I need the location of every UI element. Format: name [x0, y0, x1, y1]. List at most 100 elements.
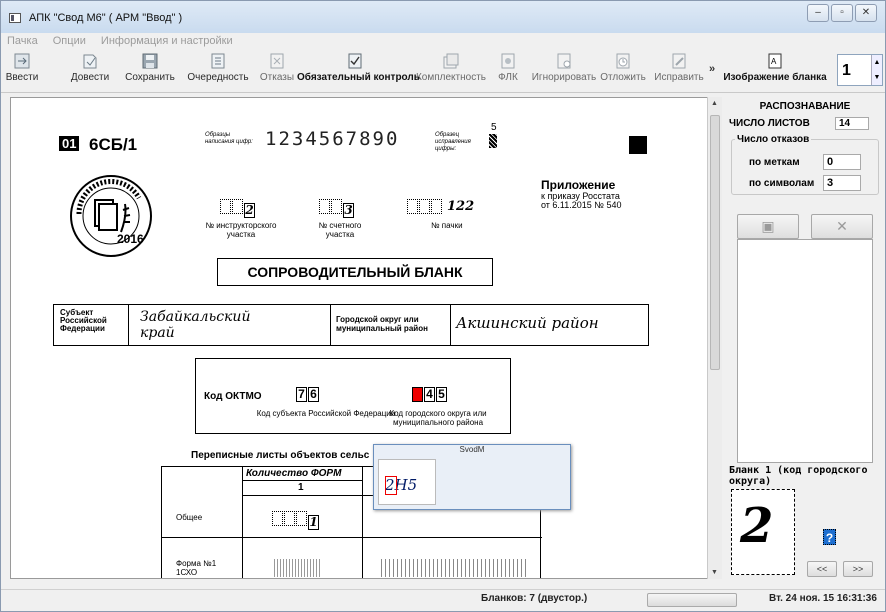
menu-info-settings[interactable]: Информация и настройки [95, 33, 239, 47]
subject-value: Забайкальский край [140, 309, 251, 341]
form-page: 01 6СБ/1 Образцы написания цифр: 1234567… [11, 98, 707, 578]
postpone-label: Отложить [600, 72, 646, 83]
sample-fix-label: Образец исправления цифры: [435, 132, 471, 152]
sheets-label: ЧИСЛО ЛИСТОВ [729, 118, 810, 129]
fix-label: Исправить [654, 72, 704, 83]
completeness-button[interactable]: Комплектность [413, 53, 489, 91]
row-form1-field [272, 559, 320, 577]
fix-button[interactable]: Исправить [653, 53, 705, 91]
by-marks-value: 0 [823, 154, 861, 170]
row-total-label: Общее [176, 513, 203, 522]
popup-title: SvodM [459, 445, 485, 454]
char-crop-image: 2 [731, 489, 795, 575]
oktmo-subject-code: 76 [296, 387, 320, 402]
minimize-button[interactable]: ‒ [807, 4, 829, 22]
table-col-num: 1 [298, 482, 304, 493]
scroll-up-icon[interactable]: ▲ [711, 100, 718, 107]
rejects-label: Число отказов [735, 134, 812, 145]
recognition-header: РАСПОЗНАВАНИЕ [759, 101, 851, 112]
accept-button[interactable]: ▣ [737, 214, 799, 239]
completeness-label: Комплектность [415, 72, 486, 83]
image-button[interactable]: A Изображение бланка [723, 53, 827, 91]
row-total-field: 1 [272, 511, 320, 530]
svodm-popup[interactable]: SvodM 2Н5 [373, 444, 571, 510]
reject-button[interactable]: ✕ [811, 214, 873, 239]
appendix-title: Приложение [541, 178, 616, 192]
status-bar: Бланков: 7 (двустор.) Вт. 24 ноя. 15 16:… [1, 589, 885, 611]
char-crop-value: 2 [740, 498, 774, 554]
form-caption: Бланк 1 (код городского округа) [729, 465, 868, 487]
sample-fix-digit: 5 [491, 122, 497, 133]
table-title: Переписные листы объектов сельс [191, 450, 370, 461]
oktmo-label: Код ОКТМО [204, 391, 262, 402]
fix-icon [672, 53, 686, 69]
rejects-list[interactable] [737, 239, 873, 463]
by-marks-label: по меткам [749, 157, 800, 168]
scroll-thumb[interactable] [710, 115, 720, 370]
close-icon: ✕ [836, 218, 848, 234]
flk-button[interactable]: ФЛК [493, 53, 523, 91]
image-icon: A [768, 53, 782, 69]
enter-button[interactable]: Ввести [5, 53, 39, 91]
counting-field: 3 [319, 199, 355, 218]
spinner-arrows-icon[interactable]: ▲ ▼ [871, 55, 882, 85]
ignore-icon [557, 53, 571, 69]
form-image-viewer[interactable]: 01 6СБ/1 Образцы написания цифр: 1234567… [10, 97, 722, 579]
sheets-value: 14 [835, 117, 869, 130]
char-input[interactable]: ? [823, 529, 836, 545]
rejects-button[interactable]: Отказы [259, 53, 295, 91]
batch-field-label: № пачки [431, 221, 463, 230]
oktmo-district-caption: Код городского округа или муниципального… [389, 409, 487, 427]
recognition-panel: РАСПОЗНАВАНИЕ ЧИСЛО ЛИСТОВ 14 Число отка… [727, 97, 883, 579]
queue-icon [211, 53, 225, 69]
prev-button[interactable]: << [807, 561, 837, 577]
maximize-button[interactable]: ▫ [831, 4, 853, 22]
menu-pack[interactable]: Пачка [1, 33, 44, 47]
save-button[interactable]: Сохранить [123, 53, 177, 91]
toolbar-overflow-button[interactable]: » [709, 63, 715, 75]
completeness-icon [443, 53, 459, 69]
page-spinner[interactable]: 1 ▲ ▼ [837, 54, 883, 86]
oktmo-subject-caption: Код субъекта Российской Федерации [256, 409, 396, 418]
instructor-field-value: 2 [244, 203, 255, 218]
oktmo-box: Код ОКТМО 76 ? 4 5 Код субъекта Российской… [195, 358, 511, 434]
sample-digits: 1234567890 [265, 128, 400, 150]
rejects-icon [270, 53, 284, 69]
ignore-button[interactable]: Игнорировать [529, 53, 599, 91]
sample-digits-label: Образцы написания цифр: [205, 132, 253, 145]
by-symbols-label: по символам [749, 178, 815, 189]
doc-vertical-scrollbar[interactable]: ▲ ▼ [707, 97, 722, 579]
menu-bar: Пачка Опции Информация и настройки [1, 33, 885, 51]
queue-label: Очередность [187, 72, 249, 83]
postpone-button[interactable]: Отложить [599, 53, 647, 91]
batch-field: 122 [407, 199, 474, 217]
row-total-value: 1 [308, 515, 319, 530]
ignore-label: Игнорировать [531, 72, 597, 83]
menu-options[interactable]: Опции [47, 33, 92, 47]
oktmo-rejected-digit[interactable]: ? [412, 387, 423, 402]
mandatory-control-button[interactable]: Обязательный контроль [297, 53, 420, 91]
complete-icon [83, 54, 97, 69]
counting-field-value: 3 [343, 203, 354, 218]
status-datetime: Вт. 24 ноя. 15 16:31:36 [769, 593, 877, 604]
corner-marker [629, 136, 647, 154]
oktmo-subject-digit: 7 [296, 387, 307, 402]
close-button[interactable]: ✕ [855, 4, 877, 22]
district-label: Городской округ или муниципальный район [336, 315, 428, 333]
doc-title-box: СОПРОВОДИТЕЛЬНЫЙ БЛАНК [217, 258, 493, 286]
next-button[interactable]: >> [843, 561, 873, 577]
flk-icon [501, 53, 515, 69]
scroll-down-icon[interactable]: ▼ [711, 569, 718, 576]
toolbar: Ввести Довести Сохранить Очередность Отк… [1, 51, 885, 93]
window-title: АПК "Свод М6" ( АРМ "Ввод" ) [29, 12, 183, 24]
oktmo-district-code: ? 4 5 [412, 387, 448, 402]
oktmo-subject-digit: 6 [308, 387, 319, 402]
queue-button[interactable]: Очередность [185, 53, 251, 91]
district-value: Акшинский район [456, 314, 599, 332]
flk-label: ФЛК [498, 72, 518, 83]
subject-label: Субъект Российской Федерации [60, 308, 107, 333]
form-code: 6СБ/1 [89, 135, 138, 154]
blanks-count: Бланков: 7 (двустор.) [481, 593, 588, 604]
complete-button[interactable]: Довести [65, 53, 115, 91]
batch-field-value: 122 [447, 199, 475, 214]
